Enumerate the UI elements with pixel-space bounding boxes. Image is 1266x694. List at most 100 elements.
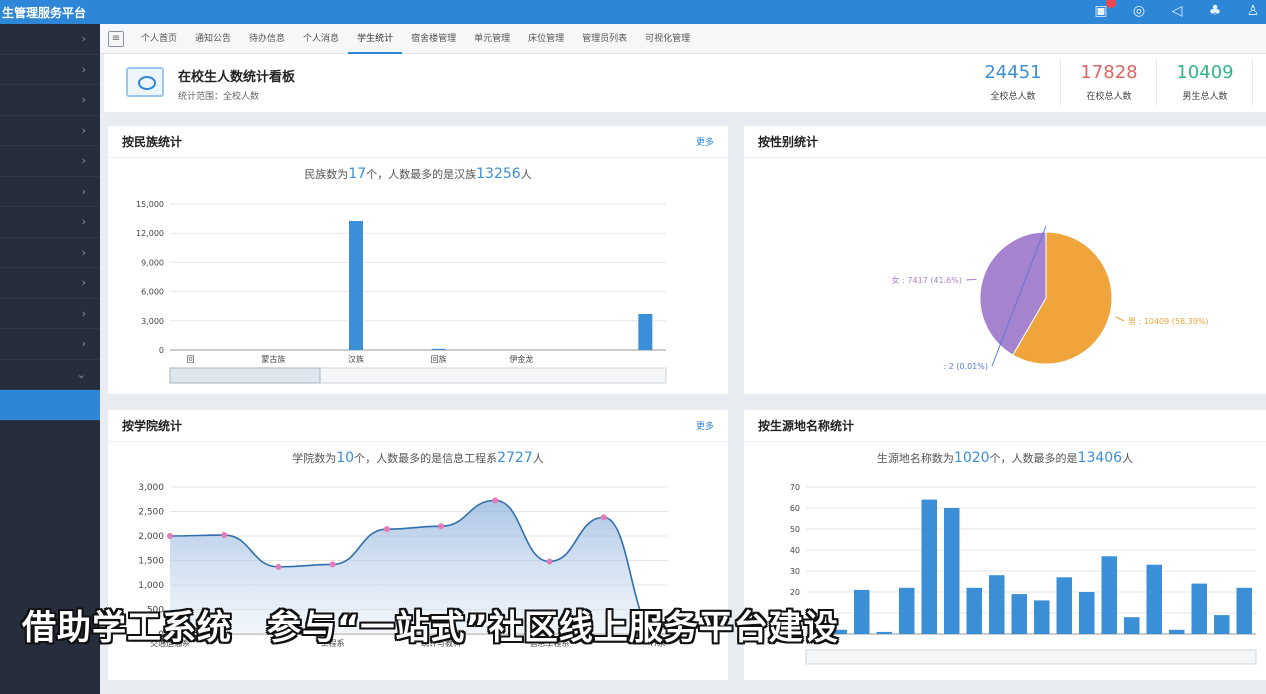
x-tick-label: 汉族 bbox=[348, 354, 364, 364]
bar bbox=[1079, 592, 1095, 634]
y-tick-label: 12,000 bbox=[136, 229, 164, 238]
bar bbox=[1011, 594, 1027, 634]
bar bbox=[1124, 617, 1140, 634]
tab[interactable]: 可视化管理 bbox=[636, 24, 699, 54]
data-point bbox=[167, 533, 173, 539]
pie-leader-line bbox=[1115, 316, 1125, 322]
tab[interactable]: 通知公告 bbox=[186, 24, 240, 54]
bar bbox=[989, 575, 1005, 634]
y-tick-label: 40 bbox=[790, 546, 800, 555]
ethnic-card: 按民族统计 更多 民族数为17个，人数最多的是汉族13256人 0 3,000 6,… bbox=[108, 126, 728, 394]
bar bbox=[876, 631, 892, 634]
sidebar-item[interactable]: ⌄ bbox=[0, 360, 100, 390]
zoom-slider-handle bbox=[169, 367, 321, 384]
sidebar-item[interactable] bbox=[0, 390, 100, 421]
y-tick-label: 3,000 bbox=[138, 483, 164, 493]
menu-toggle-icon[interactable]: ≡ bbox=[108, 30, 124, 47]
x-tick-label: 回族 bbox=[431, 354, 447, 364]
pie-label: 女 : 7417 (41.6%) bbox=[892, 275, 962, 285]
zoom-slider bbox=[805, 649, 1257, 665]
user-icon[interactable]: ♙ bbox=[1244, 2, 1262, 20]
y-tick-label: 2,500 bbox=[138, 508, 164, 518]
tab[interactable]: 学生统计 bbox=[348, 24, 403, 54]
sidebar-item[interactable]: › bbox=[0, 24, 100, 55]
volume-icon[interactable]: ◁ bbox=[1168, 2, 1186, 20]
y-tick-label: 50 bbox=[790, 525, 800, 534]
stat-male: 10409 男生总人数 bbox=[1158, 62, 1252, 102]
data-point bbox=[438, 523, 445, 530]
stat-total: 24451 全校总人数 bbox=[966, 62, 1060, 102]
sidebar-item[interactable]: › bbox=[0, 238, 100, 268]
bar bbox=[1101, 556, 1117, 634]
sidebar-item[interactable]: › bbox=[0, 55, 100, 85]
notification-badge bbox=[1106, 0, 1116, 8]
data-point bbox=[329, 561, 336, 568]
tab[interactable]: 宿舍楼管理 bbox=[402, 24, 465, 54]
y-tick-label: 9,000 bbox=[141, 258, 164, 267]
app-title: 生管理服务平台 bbox=[2, 5, 87, 20]
monitor-icon bbox=[126, 67, 164, 97]
data-point bbox=[546, 558, 553, 565]
data-point bbox=[600, 514, 607, 521]
stat-total-label: 全校总人数 bbox=[990, 92, 1036, 102]
divider bbox=[1060, 60, 1061, 106]
data-point bbox=[492, 497, 499, 504]
board-range: 统计范围：全校人数 bbox=[178, 92, 260, 102]
bar bbox=[899, 587, 915, 634]
pie-label: : 2 (0.01%) bbox=[943, 362, 988, 371]
data-point bbox=[383, 526, 390, 533]
sidebar-item[interactable]: › bbox=[0, 299, 100, 329]
x-tick-label: 伊金龙 bbox=[509, 354, 533, 364]
divider bbox=[1156, 60, 1157, 106]
divider bbox=[1252, 60, 1253, 106]
y-tick-label: 20 bbox=[790, 588, 800, 597]
x-tick-label: 回 bbox=[187, 355, 195, 364]
bar bbox=[966, 587, 982, 634]
y-tick-label: 3,000 bbox=[141, 317, 164, 326]
bar bbox=[1056, 577, 1072, 634]
tab[interactable]: 床位管理 bbox=[519, 24, 573, 54]
tab-bar: ≡ 个人首页 通知公告 待办信息 个人消息 学生统计 宿舍楼管理 单元管理 床位管理 管理员列表… bbox=[100, 24, 1266, 54]
tab[interactable]: 待办信息 bbox=[240, 24, 294, 54]
sidebar-item[interactable]: › bbox=[0, 146, 100, 177]
tab[interactable]: 个人消息 bbox=[294, 24, 348, 54]
sidebar-item[interactable]: › bbox=[0, 207, 100, 238]
stat-enrolled-value: 17828 bbox=[1080, 62, 1138, 83]
chat-icon[interactable]: ◎ bbox=[1130, 2, 1148, 20]
bar bbox=[944, 508, 960, 634]
y-tick-label: 1,500 bbox=[138, 557, 164, 567]
gender-card: 按性别统计 男 : 10409 (58.39%) 女 : 7417 (41.6%)… bbox=[744, 126, 1266, 394]
data-point bbox=[275, 563, 282, 570]
y-tick-label: 2,000 bbox=[138, 532, 164, 542]
sidebar-item[interactable]: › bbox=[0, 85, 100, 116]
bar bbox=[638, 313, 653, 350]
topbar-icons: ▣ ◎ ◁ ♣ ♙ bbox=[1092, 0, 1262, 20]
bar bbox=[921, 499, 937, 634]
tab[interactable]: 管理员列表 bbox=[573, 24, 636, 54]
ethnic-chart: 0 3,000 6,000 9,000 12,000 15,000 回 蒙古族 汉族 回族 伊金龙 bbox=[136, 200, 667, 384]
stat-male-value: 10409 bbox=[1176, 62, 1234, 83]
video-caption: 借助学工系统 参与“一站式”社区线上服务平台建设 bbox=[22, 608, 839, 648]
tab[interactable]: 个人首页 bbox=[132, 24, 186, 54]
y-tick-label: 0 bbox=[159, 346, 164, 355]
stat-enrolled-label: 在校总人数 bbox=[1086, 92, 1132, 102]
y-tick-label: 6,000 bbox=[141, 288, 164, 297]
y-tick-label: 30 bbox=[790, 567, 800, 576]
pie-leader-line bbox=[965, 278, 977, 281]
stat-total-value: 24451 bbox=[984, 62, 1042, 83]
gender-chart: 男 : 10409 (58.39%) 女 : 7417 (41.6%): 2 (0… bbox=[892, 225, 1209, 371]
y-tick-label: 15,000 bbox=[136, 200, 164, 209]
sidebar-item[interactable]: › bbox=[0, 268, 100, 299]
bar bbox=[431, 348, 446, 350]
sidebar: › › › › › › › › › › › ⌄ bbox=[0, 24, 100, 694]
sidebar-item[interactable]: › bbox=[0, 116, 100, 146]
x-tick-label: 蒙古族 bbox=[261, 354, 285, 364]
sidebar-item[interactable]: › bbox=[0, 329, 100, 360]
tab[interactable]: 单元管理 bbox=[465, 24, 519, 54]
sidebar-item[interactable]: › bbox=[0, 177, 100, 207]
bar bbox=[1236, 587, 1252, 634]
shirt-icon[interactable]: ♣ bbox=[1206, 2, 1224, 20]
bar bbox=[1169, 629, 1185, 634]
stat-male-label: 男生总人数 bbox=[1182, 92, 1228, 102]
notification-icon[interactable]: ▣ bbox=[1092, 0, 1116, 20]
